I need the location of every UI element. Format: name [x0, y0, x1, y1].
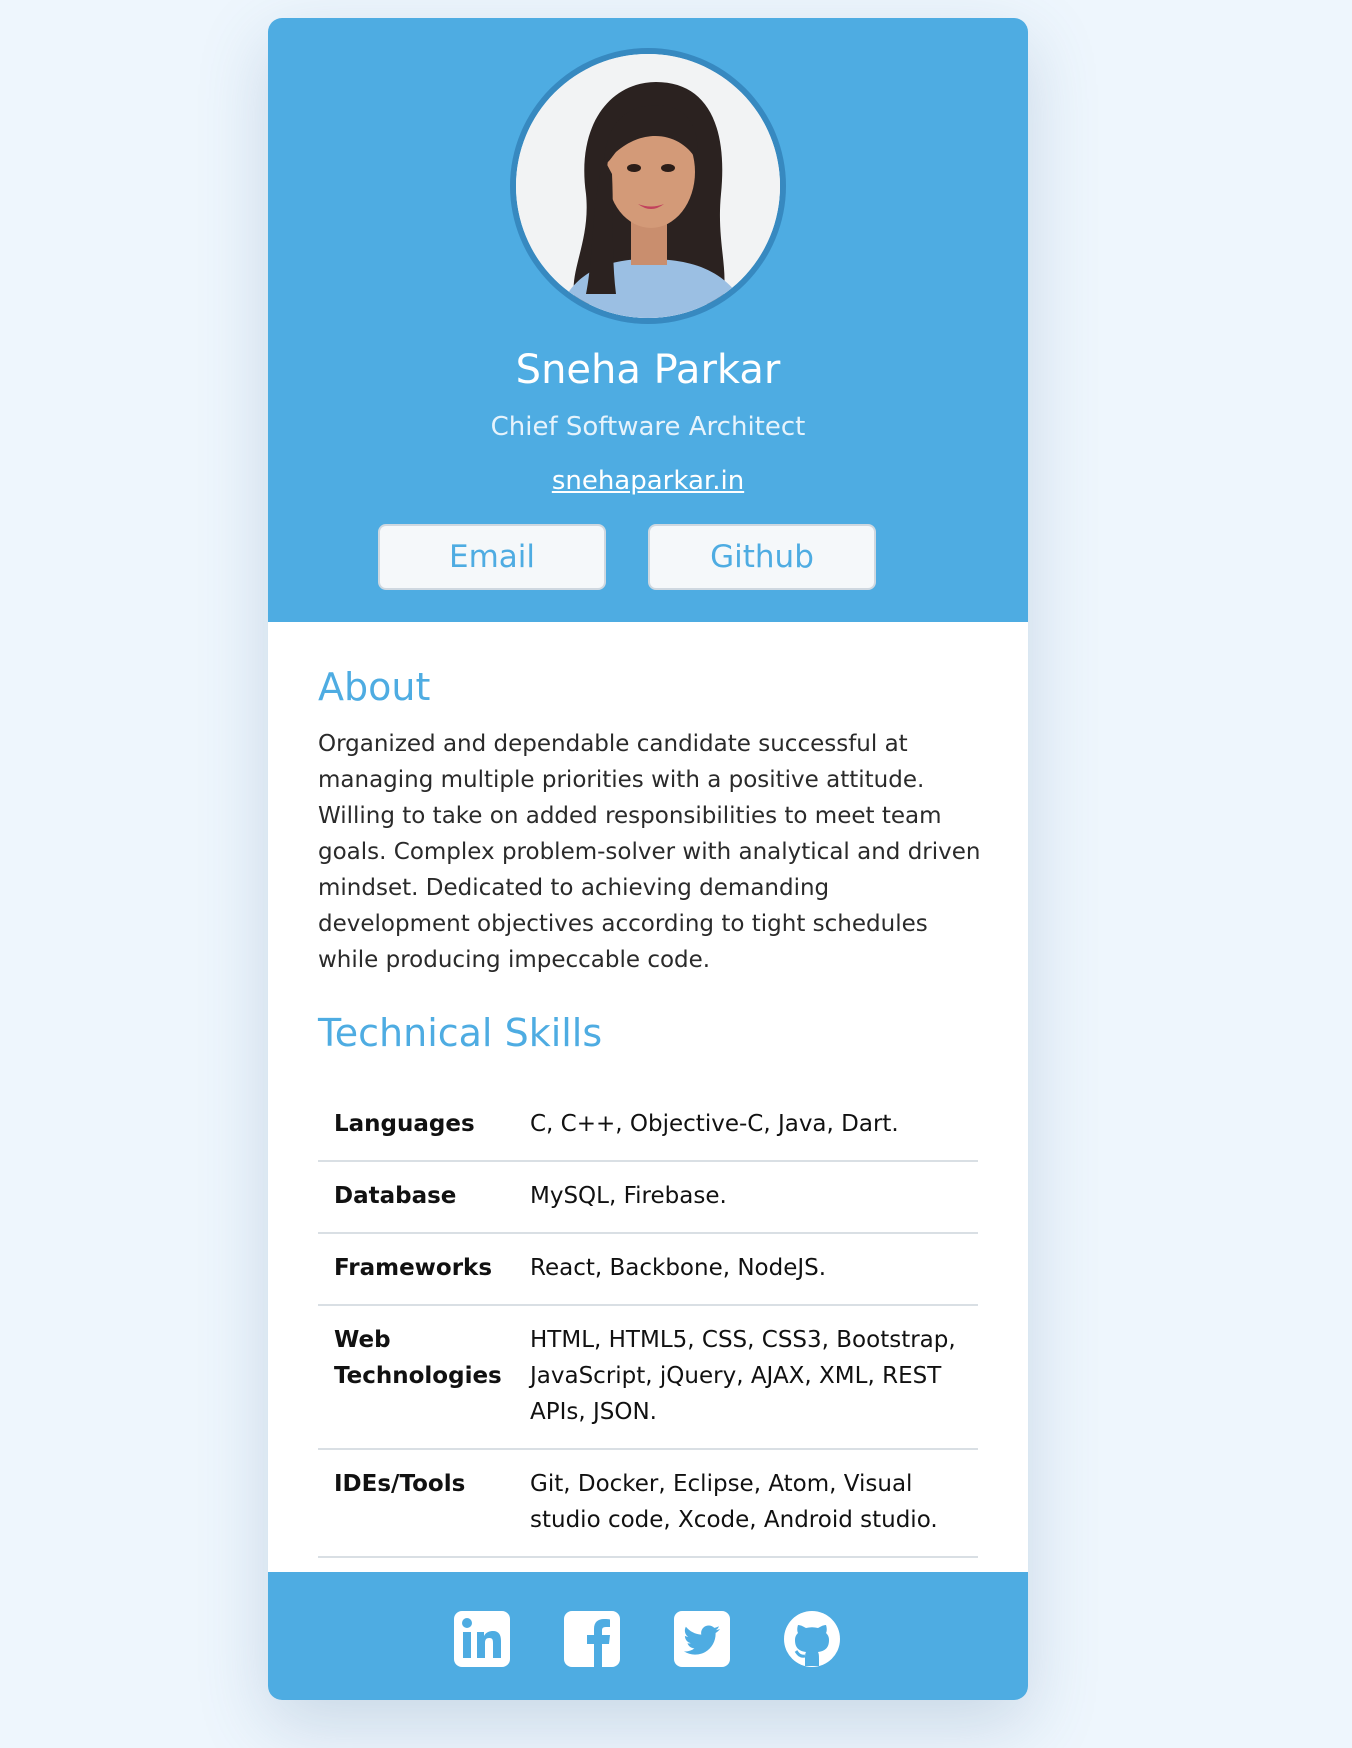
linkedin-icon[interactable]	[453, 1610, 511, 1668]
profile-header: Sneha Parkar Chief Software Architect sn…	[268, 18, 1028, 622]
skill-value: MySQL, Firebase.	[530, 1183, 727, 1209]
skills-row: Languages C, C++, Objective-C, Java, Dar…	[318, 1090, 978, 1162]
skill-key: IDEs/Tools	[334, 1471, 466, 1497]
twitter-icon[interactable]	[673, 1610, 731, 1668]
skill-value: HTML, HTML5, CSS, CSS3, Bootstrap, JavaS…	[530, 1327, 956, 1425]
skills-row: Web Technologies HTML, HTML5, CSS, CSS3,…	[318, 1306, 978, 1450]
skills-row: IDEs/Tools Git, Docker, Eclipse, Atom, V…	[318, 1450, 978, 1558]
skill-key: Languages	[334, 1111, 475, 1137]
email-button[interactable]: Email	[378, 524, 606, 590]
website-link[interactable]: snehaparkar.in	[268, 464, 1028, 498]
facebook-icon[interactable]	[563, 1610, 621, 1668]
github-button[interactable]: Github	[648, 524, 876, 590]
about-text: Organized and dependable candidate succe…	[318, 731, 981, 973]
about-heading: About	[318, 665, 431, 709]
skills-heading: Technical Skills	[318, 1011, 603, 1055]
skill-value: Git, Docker, Eclipse, Atom, Visual studi…	[530, 1471, 938, 1533]
avatar	[516, 54, 780, 318]
github-icon[interactable]	[783, 1610, 841, 1668]
skills-table: Languages C, C++, Objective-C, Java, Dar…	[318, 1090, 978, 1558]
skills-row: Frameworks React, Backbone, NodeJS.	[318, 1234, 978, 1306]
profile-role: Chief Software Architect	[490, 412, 806, 442]
skill-value: React, Backbone, NodeJS.	[530, 1255, 827, 1281]
profile-name: Sneha Parkar	[515, 347, 781, 393]
profile-card: Sneha Parkar Chief Software Architect sn…	[268, 18, 1028, 1700]
skills-row: Database MySQL, Firebase.	[318, 1162, 978, 1234]
skill-key: Frameworks	[334, 1255, 493, 1281]
skill-key: Web Technologies	[334, 1327, 502, 1389]
social-footer	[268, 1572, 1028, 1700]
skill-key: Database	[334, 1183, 457, 1209]
skill-value: C, C++, Objective-C, Java, Dart.	[530, 1111, 899, 1137]
